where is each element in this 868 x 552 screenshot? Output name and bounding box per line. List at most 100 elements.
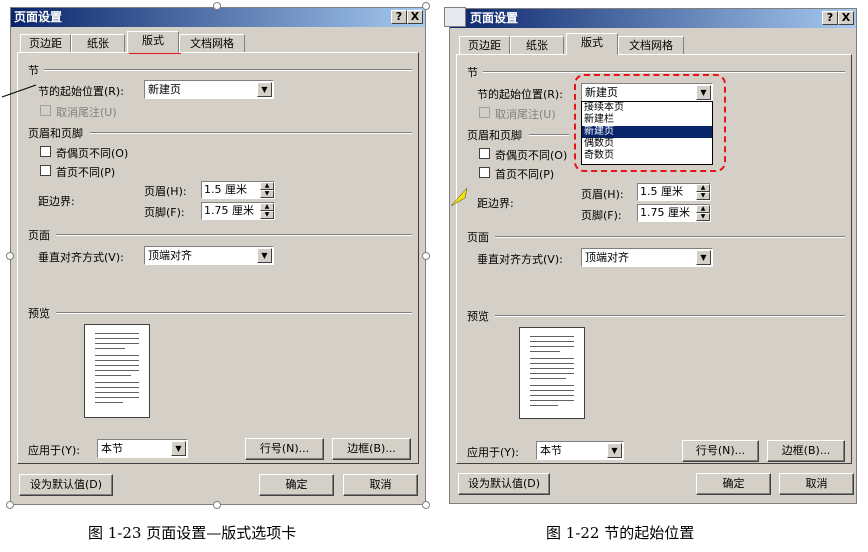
chevron-down-icon[interactable]: ▼: [607, 443, 622, 458]
title-bar: 页面设置: [450, 9, 856, 28]
tab-document-grid[interactable]: 文档网格: [179, 34, 245, 53]
page-setup-dialog-right: 页面设置 ? X 页边距 纸张 版式 文档网格 节 节的起始位置(R): 新建页…: [444, 7, 857, 504]
page-separator: [56, 234, 412, 236]
tab-panel: 节 节的起始位置(R): 新建页 ▼ 接续本页 新建栏 新建页 偶数页 奇数页 …: [456, 54, 852, 464]
page-group-label: 页面: [467, 231, 489, 244]
page-preview: [519, 327, 585, 419]
first-page-checkbox[interactable]: [40, 165, 51, 176]
suppress-endnotes-label: 取消尾注(U): [495, 108, 556, 121]
suppress-endnotes-label: 取消尾注(U): [56, 106, 117, 119]
borders-button[interactable]: 边框(B)...: [767, 440, 845, 462]
title-bar: 页面设置: [11, 8, 425, 27]
tab-margins[interactable]: 页边距: [459, 36, 510, 55]
section-start-value: 新建页: [148, 83, 181, 96]
footer-distance-label: 页脚(F):: [144, 206, 185, 219]
line-numbers-button[interactable]: 行号(N)...: [682, 440, 759, 462]
set-default-button[interactable]: 设为默认值(D): [458, 473, 550, 495]
vertical-align-select[interactable]: 顶端对齐 ▼: [144, 246, 274, 265]
header-spinner[interactable]: ▲ ▼: [696, 184, 710, 200]
resize-handle[interactable]: [422, 2, 430, 10]
header-spinner[interactable]: ▲ ▼: [260, 182, 274, 198]
resize-handle[interactable]: [422, 252, 430, 260]
cancel-button[interactable]: 取消: [343, 474, 418, 496]
close-button[interactable]: X: [838, 11, 854, 25]
ok-button[interactable]: 确定: [696, 473, 771, 495]
section-start-label: 节的起始位置(R):: [477, 88, 563, 101]
header-distance-value: 1.5 厘米: [640, 185, 683, 198]
help-button[interactable]: ?: [822, 11, 838, 25]
section-separator: [44, 69, 412, 71]
first-page-label: 首页不同(P): [56, 166, 116, 179]
line-numbers-button[interactable]: 行号(N)...: [245, 438, 324, 460]
section-group-label: 节: [467, 66, 478, 79]
odd-even-label: 奇偶页不同(O): [495, 149, 568, 162]
caption-left: 图 1-23 页面设置—版式选项卡: [88, 524, 297, 542]
preview-group-label: 预览: [28, 307, 50, 320]
suppress-endnotes-checkbox[interactable]: [40, 105, 51, 116]
set-default-button[interactable]: 设为默认值(D): [19, 474, 113, 496]
cancel-button[interactable]: 取消: [779, 473, 854, 495]
header-distance-input[interactable]: 1.5 厘米 ▲ ▼: [637, 183, 711, 201]
tab-layout[interactable]: 版式: [566, 33, 618, 55]
resize-handle[interactable]: [213, 2, 221, 10]
header-distance-value: 1.5 厘米: [204, 183, 247, 196]
resize-handle[interactable]: [6, 501, 14, 509]
borders-button[interactable]: 边框(B)...: [332, 438, 411, 460]
resize-handle[interactable]: [422, 501, 430, 509]
header-distance-input[interactable]: 1.5 厘米 ▲ ▼: [201, 181, 275, 199]
page-group-label: 页面: [28, 229, 50, 242]
ok-button[interactable]: 确定: [259, 474, 334, 496]
window-icon: [444, 7, 466, 27]
vertical-align-value: 顶端对齐: [148, 249, 192, 262]
resize-handle[interactable]: [213, 501, 221, 509]
apply-to-label: 应用于(Y):: [28, 444, 81, 457]
tab-margins[interactable]: 页边距: [20, 34, 71, 53]
from-edge-label: 距边界:: [38, 195, 75, 208]
chevron-down-icon[interactable]: ▼: [257, 248, 272, 263]
odd-even-label: 奇偶页不同(O): [56, 147, 129, 160]
close-button[interactable]: X: [407, 10, 423, 24]
section-separator: [483, 71, 845, 73]
footer-spinner[interactable]: ▲ ▼: [696, 205, 710, 221]
header-distance-label: 页眉(H):: [581, 188, 624, 201]
apply-to-select[interactable]: 本节 ▼: [536, 441, 624, 460]
help-button[interactable]: ?: [391, 10, 407, 24]
header-footer-separator: [90, 132, 412, 134]
section-start-label: 节的起始位置(R):: [38, 85, 124, 98]
tab-layout[interactable]: 版式: [127, 31, 179, 53]
chevron-down-icon[interactable]: ▼: [696, 250, 711, 265]
tab-document-grid[interactable]: 文档网格: [618, 36, 684, 55]
apply-to-label: 应用于(Y):: [467, 446, 520, 459]
tab-paper[interactable]: 纸张: [71, 34, 125, 53]
tab-panel: 节 节的起始位置(R): 新建页 ▼ 取消尾注(U) 页眉和页脚 奇偶页不同(O…: [17, 52, 419, 464]
apply-to-select[interactable]: 本节 ▼: [97, 439, 188, 458]
header-distance-label: 页眉(H):: [144, 185, 187, 198]
odd-even-checkbox[interactable]: [40, 146, 51, 157]
suppress-endnotes-checkbox[interactable]: [479, 107, 490, 118]
footer-distance-value: 1.75 厘米: [640, 206, 690, 219]
vertical-align-label: 垂直对齐方式(V):: [477, 253, 563, 266]
page-preview: [84, 324, 150, 418]
vertical-align-select[interactable]: 顶端对齐 ▼: [581, 248, 713, 267]
header-footer-group-label: 页眉和页脚: [467, 129, 522, 142]
preview-separator: [495, 315, 845, 317]
tab-paper[interactable]: 纸张: [510, 36, 564, 55]
resize-handle[interactable]: [6, 252, 14, 260]
footer-distance-input[interactable]: 1.75 厘米 ▲ ▼: [637, 204, 711, 222]
chevron-down-icon[interactable]: ▼: [257, 82, 272, 97]
odd-even-checkbox[interactable]: [479, 148, 490, 159]
footer-distance-label: 页脚(F):: [581, 209, 622, 222]
first-page-label: 首页不同(P): [495, 168, 555, 181]
footer-spinner[interactable]: ▲ ▼: [260, 203, 274, 219]
callout-line: [1, 84, 37, 98]
caption-right: 图 1-22 节的起始位置: [546, 524, 695, 542]
chevron-down-icon[interactable]: ▼: [171, 441, 186, 456]
section-start-select[interactable]: 新建页 ▼: [144, 80, 274, 99]
footer-distance-input[interactable]: 1.75 厘米 ▲ ▼: [201, 202, 275, 220]
preview-separator: [56, 312, 412, 314]
preview-group-label: 预览: [467, 310, 489, 323]
callout-pointer: [450, 187, 468, 207]
first-page-checkbox[interactable]: [479, 167, 490, 178]
page-separator: [495, 236, 845, 238]
footer-distance-value: 1.75 厘米: [204, 204, 254, 217]
